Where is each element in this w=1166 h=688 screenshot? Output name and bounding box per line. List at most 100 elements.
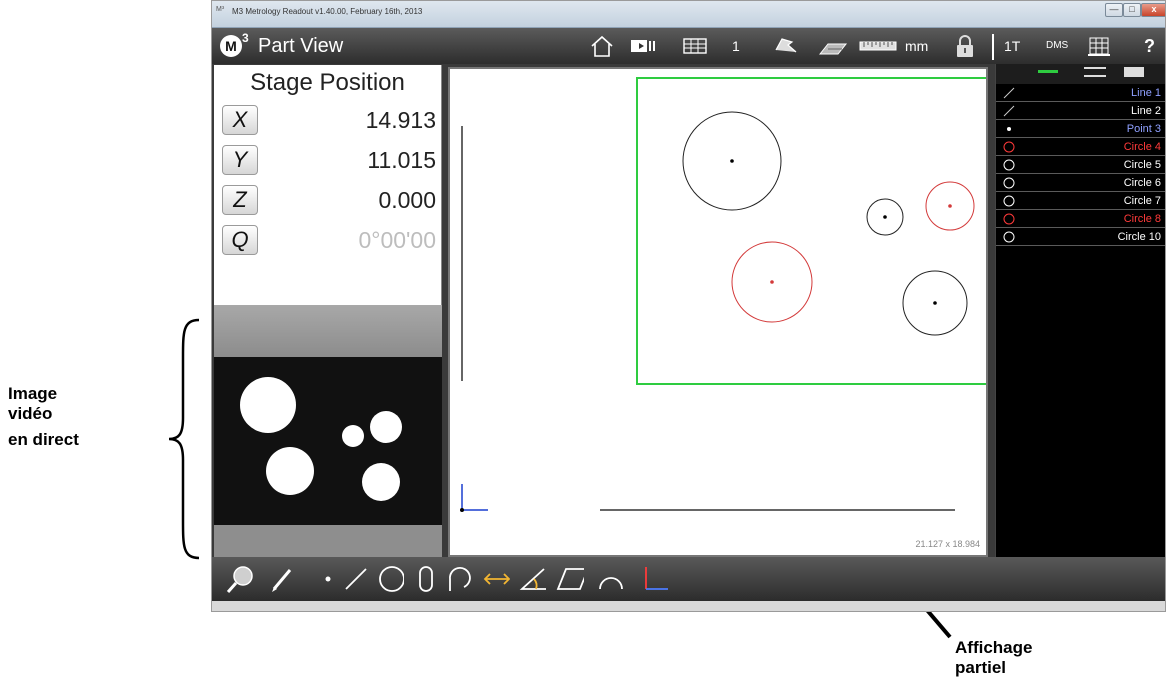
m3-logo: M xyxy=(220,35,242,57)
circle-small[interactable] xyxy=(866,198,904,236)
close-button[interactable]: x xyxy=(1141,3,1165,17)
video-hole xyxy=(370,411,402,443)
circle-icon xyxy=(1003,141,1015,153)
count-indicator[interactable]: 1 xyxy=(732,34,740,58)
maximize-button[interactable]: □ xyxy=(1123,3,1141,17)
brace-icon xyxy=(168,318,200,560)
circle-icon xyxy=(1003,231,1015,243)
axis-x-button[interactable]: X xyxy=(222,105,258,135)
annotation-line-2: vidéo xyxy=(8,404,53,423)
axis-q-button[interactable]: Q xyxy=(222,225,258,255)
axis-q-value: 0°00'00 xyxy=(358,227,436,253)
circle-red-small[interactable] xyxy=(925,181,975,231)
part-drawing xyxy=(460,77,986,512)
live-video-annotation: Image vidéo en direct xyxy=(8,384,79,450)
axis-y-button[interactable]: Y xyxy=(222,145,258,175)
skew-icon[interactable] xyxy=(640,565,668,593)
ruler-icon[interactable] xyxy=(858,34,898,58)
axis-row-z: Z 0.000 xyxy=(222,185,436,217)
angle-format-button[interactable]: DMS xyxy=(1046,34,1068,58)
feature-label: Circle 4 xyxy=(1123,141,1161,153)
dro-footer xyxy=(214,305,442,357)
help-button[interactable]: ? xyxy=(1144,34,1155,58)
pen-icon[interactable] xyxy=(268,565,296,593)
line-icon xyxy=(1003,105,1015,117)
distance-icon[interactable] xyxy=(482,565,510,593)
axis-z-button[interactable]: Z xyxy=(222,185,258,215)
stage-position-title: Stage Position xyxy=(250,69,405,96)
feature-item[interactable]: Circle 10 xyxy=(996,228,1165,246)
slot-icon[interactable] xyxy=(416,565,444,593)
window-footer xyxy=(212,601,1165,611)
video-hole xyxy=(266,447,314,495)
video-hole xyxy=(240,377,296,433)
home-icon[interactable] xyxy=(589,34,615,58)
app-toolbar: M 3 Part View 1 mm 1T DMS ? xyxy=(212,28,1165,64)
feature-label: Circle 7 xyxy=(1123,195,1161,207)
line-icon[interactable] xyxy=(342,565,370,593)
annotation-line-2: partiel xyxy=(955,658,1007,677)
circle-icon xyxy=(1003,195,1015,207)
annotation-line-1: Affichage xyxy=(955,638,1033,657)
video-camera-icon[interactable] xyxy=(629,34,659,58)
part-view-canvas[interactable]: 21.127 x 18.984 xyxy=(448,67,988,557)
axis-row-q: Q 0°00'00 xyxy=(222,225,436,257)
rectangle-icon[interactable] xyxy=(1124,67,1144,77)
feature-list-tabs xyxy=(996,64,1165,84)
stage-position-panel: Stage Position X 14.913 Y 11.015 Z 0.000… xyxy=(214,65,442,305)
feature-label: Line 2 xyxy=(1131,105,1161,117)
circle-bottom-right[interactable] xyxy=(902,270,968,336)
line-icon[interactable] xyxy=(1038,70,1058,73)
circle-icon xyxy=(1003,213,1015,225)
partial-view-annotation: Affichage partiel xyxy=(955,638,1032,678)
arc-icon[interactable] xyxy=(444,565,472,593)
live-video-feed[interactable] xyxy=(214,357,442,525)
video-footer xyxy=(214,525,442,557)
units-label[interactable]: mm xyxy=(905,34,928,58)
tolerance-button[interactable]: 1T xyxy=(1004,34,1020,58)
annotation-line-1: Image xyxy=(8,384,58,403)
list-icon[interactable] xyxy=(1084,67,1106,77)
datum-icon[interactable] xyxy=(1086,34,1112,58)
feature-item[interactable]: Circle 4 xyxy=(996,138,1165,156)
axis-origin-icon xyxy=(460,484,488,512)
app-icon: M³ xyxy=(216,6,225,13)
window-title: M3 Metrology Readout v1.40.00, February … xyxy=(232,7,423,16)
circle-large-top[interactable] xyxy=(682,111,782,211)
table-icon[interactable] xyxy=(682,34,708,58)
circle-icon[interactable] xyxy=(376,565,404,593)
lock-icon[interactable] xyxy=(954,34,976,58)
line-icon xyxy=(1003,87,1015,99)
axis-y-value: 11.015 xyxy=(367,147,436,173)
angle-icon[interactable] xyxy=(518,565,546,593)
undo-icon[interactable] xyxy=(770,34,800,58)
parallelogram-icon[interactable] xyxy=(556,565,584,593)
axis-row-y: Y 11.015 xyxy=(222,145,436,177)
axis-z-value: 0.000 xyxy=(378,187,436,213)
feature-item[interactable]: Line 1 xyxy=(996,84,1165,102)
minimize-button[interactable]: — xyxy=(1105,3,1123,17)
feature-label: Circle 5 xyxy=(1123,159,1161,171)
feature-label: Circle 10 xyxy=(1117,231,1161,243)
feature-item[interactable]: Circle 8 xyxy=(996,210,1165,228)
circle-red-large[interactable] xyxy=(731,241,813,323)
curve-icon[interactable] xyxy=(596,565,624,593)
view-title[interactable]: Part View xyxy=(258,35,343,58)
point-icon xyxy=(1007,127,1011,131)
feature-label: Circle 6 xyxy=(1123,177,1161,189)
feature-item[interactable]: Point 3 xyxy=(996,120,1165,138)
feature-item[interactable]: Circle 5 xyxy=(996,156,1165,174)
feature-item[interactable]: Line 2 xyxy=(996,102,1165,120)
circle-icon xyxy=(1003,159,1015,171)
magnifier-icon[interactable] xyxy=(226,565,254,593)
feature-item[interactable]: Circle 6 xyxy=(996,174,1165,192)
view-dimensions: 21.127 x 18.984 xyxy=(915,539,980,549)
feature-label: Line 1 xyxy=(1131,87,1161,99)
circle-icon xyxy=(1003,177,1015,189)
feature-label: Circle 8 xyxy=(1123,213,1161,225)
feature-item[interactable]: Circle 7 xyxy=(996,192,1165,210)
axis-row-x: X 14.913 xyxy=(222,105,436,137)
video-hole xyxy=(342,425,364,447)
eraser-icon[interactable] xyxy=(816,34,850,58)
measure-toolbar xyxy=(212,557,1165,601)
